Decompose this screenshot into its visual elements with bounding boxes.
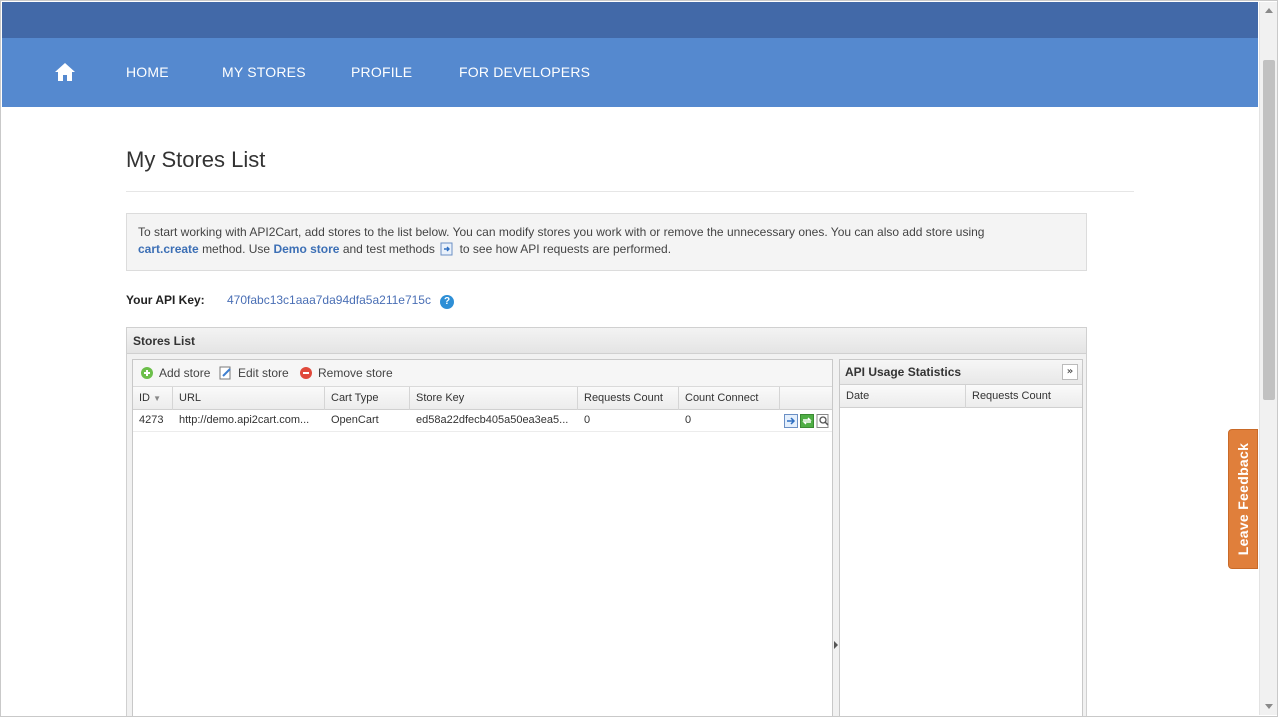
demo-store-link[interactable]: Demo store [273, 242, 339, 256]
add-icon [141, 367, 153, 379]
stores-grid: Add store Edit store Remove store ID ▼ U… [132, 359, 833, 716]
info-text-1: To start working with API2Cart, add stor… [138, 225, 985, 239]
home-icon[interactable] [54, 62, 76, 82]
collapse-icon[interactable]: » [1062, 364, 1078, 380]
remove-store-button[interactable]: Remove store [299, 366, 393, 380]
edit-store-label: Edit store [238, 366, 289, 380]
table-row[interactable]: 4273 http://demo.api2cart.com... OpenCar… [133, 410, 832, 432]
sort-desc-icon: ▼ [153, 394, 161, 403]
splitter-arrow-icon [834, 641, 838, 649]
refresh-icon[interactable] [800, 414, 814, 428]
nav-profile[interactable]: PROFILE [351, 64, 412, 80]
cell-store-key: ed58a22dfecb405a50ea3ea5... [416, 414, 569, 426]
stores-panel-title: Stores List [127, 328, 1086, 354]
col-stats-requests-count[interactable]: Requests Count [966, 385, 1082, 408]
test-method-icon[interactable] [784, 414, 798, 428]
add-store-label: Add store [159, 366, 211, 380]
info-text-4: to see how API requests are performed. [459, 242, 672, 256]
grid-header: ID ▼ URL Cart Type Store Key Requests Co… [133, 387, 832, 410]
grid-toolbar: Add store Edit store Remove store [133, 360, 832, 387]
leave-feedback-button[interactable]: Leave Feedback [1228, 429, 1258, 569]
scroll-up-icon[interactable] [1265, 8, 1273, 13]
help-icon[interactable]: ? [440, 295, 454, 309]
col-count-connect[interactable]: Count Connect [679, 387, 780, 410]
api-key-label: Your API Key: [126, 293, 205, 307]
cart-create-link[interactable]: cart.create [138, 242, 199, 256]
main-nav: HOME MY STORES PROFILE FOR DEVELOPERS [2, 38, 1258, 107]
api-usage-stats-panel: API Usage Statistics » Date Requests Cou… [839, 359, 1083, 716]
col-requests-count[interactable]: Requests Count [578, 387, 679, 410]
col-actions [780, 387, 832, 410]
cell-url: http://demo.api2cart.com... [179, 414, 310, 426]
browser-window: HOME MY STORES PROFILE FOR DEVELOPERS My… [0, 0, 1278, 717]
scroll-down-icon[interactable] [1265, 704, 1273, 709]
add-store-button[interactable]: Add store [140, 366, 210, 380]
nav-my-stores[interactable]: MY STORES [222, 64, 306, 80]
view-log-icon[interactable] [816, 414, 830, 428]
cell-id: 4273 [139, 414, 164, 426]
stats-panel-header: API Usage Statistics » [840, 360, 1082, 385]
main-content: My Stores List To start working with API… [2, 107, 1258, 716]
col-url[interactable]: URL [173, 387, 325, 410]
cell-cart-type: OpenCart [331, 414, 379, 426]
leave-feedback-label: Leave Feedback [1235, 442, 1251, 556]
nav-for-developers[interactable]: FOR DEVELOPERS [459, 64, 590, 80]
col-date[interactable]: Date [840, 385, 966, 408]
top-bar [2, 2, 1258, 38]
info-text-3: and test methods [342, 242, 435, 256]
title-divider [126, 191, 1134, 192]
remove-icon [300, 367, 312, 379]
nav-home[interactable]: HOME [126, 64, 169, 80]
test-method-icon [440, 242, 453, 256]
edit-icon [219, 366, 231, 380]
scrollbar-thumb[interactable] [1263, 60, 1275, 400]
cell-requests-count: 0 [584, 414, 591, 426]
page-scrollbar[interactable] [1259, 2, 1277, 715]
remove-store-label: Remove store [318, 366, 393, 380]
info-box: To start working with API2Cart, add stor… [126, 213, 1087, 271]
edit-store-button[interactable]: Edit store [219, 366, 289, 380]
cell-count-connect: 0 [685, 414, 692, 426]
page-title: My Stores List [126, 147, 266, 172]
api-key-value: 470fabc13c1aaa7da94dfa5a211e715c [227, 293, 431, 307]
stats-grid-header: Date Requests Count [840, 385, 1082, 408]
stores-panel: Stores List Add store Edit store Remove … [126, 327, 1087, 716]
col-cart-type[interactable]: Cart Type [325, 387, 410, 410]
col-store-key[interactable]: Store Key [410, 387, 578, 410]
info-text-2: method. Use [202, 242, 271, 256]
col-id[interactable]: ID ▼ [133, 387, 173, 410]
stats-panel-title: API Usage Statistics [845, 365, 962, 379]
